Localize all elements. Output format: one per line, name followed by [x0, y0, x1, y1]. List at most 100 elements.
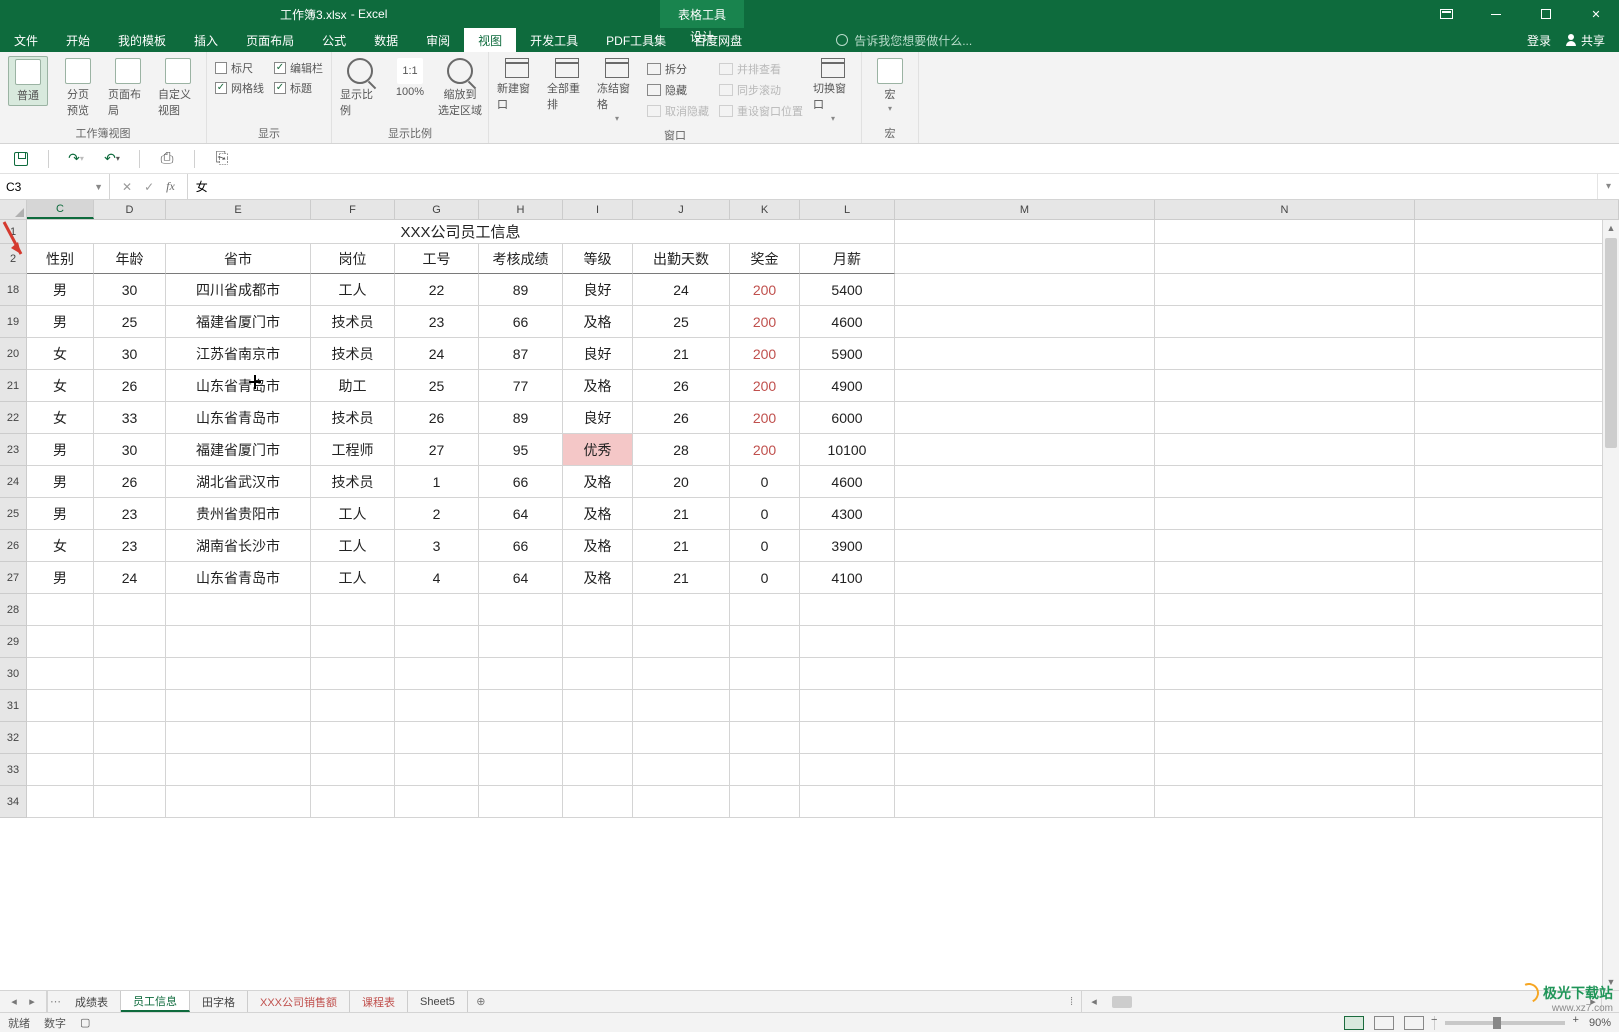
- cell[interactable]: [479, 754, 563, 786]
- data-cell[interactable]: 5900: [800, 338, 895, 370]
- new-sheet-button[interactable]: ⊕: [468, 991, 494, 1012]
- cell[interactable]: [1155, 690, 1415, 722]
- data-cell[interactable]: 及格: [563, 498, 633, 530]
- new-window-button[interactable]: 新建窗口: [497, 56, 537, 114]
- data-cell[interactable]: 1: [395, 466, 479, 498]
- cell[interactable]: [395, 658, 479, 690]
- window-close[interactable]: [1573, 0, 1619, 28]
- cell[interactable]: [895, 658, 1155, 690]
- cell[interactable]: [800, 722, 895, 754]
- sheet-tab[interactable]: 员工信息: [121, 991, 190, 1012]
- header-cell[interactable]: 等级: [563, 244, 633, 274]
- data-cell[interactable]: 200: [730, 338, 800, 370]
- row-header[interactable]: 22: [0, 402, 27, 434]
- data-cell[interactable]: 21: [633, 338, 730, 370]
- data-cell[interactable]: 良好: [563, 274, 633, 306]
- cell[interactable]: [633, 786, 730, 818]
- cell[interactable]: [1415, 786, 1619, 818]
- row-header[interactable]: 24: [0, 466, 27, 498]
- data-cell[interactable]: 66: [479, 306, 563, 338]
- cell[interactable]: [1415, 220, 1619, 244]
- data-cell[interactable]: 工人: [311, 498, 395, 530]
- cell[interactable]: [563, 626, 633, 658]
- enter-formula-button[interactable]: ✓: [144, 180, 154, 194]
- title-cell[interactable]: XXX公司员工信息: [27, 220, 895, 244]
- cell[interactable]: [895, 370, 1155, 402]
- col-header-N[interactable]: N: [1155, 200, 1415, 219]
- data-cell[interactable]: 25: [633, 306, 730, 338]
- cell[interactable]: [800, 690, 895, 722]
- data-cell[interactable]: 24: [633, 274, 730, 306]
- data-cell[interactable]: 200: [730, 370, 800, 402]
- data-cell[interactable]: 4300: [800, 498, 895, 530]
- cell[interactable]: [479, 722, 563, 754]
- data-cell[interactable]: 26: [94, 370, 166, 402]
- data-cell[interactable]: 女: [27, 402, 94, 434]
- cell[interactable]: [895, 626, 1155, 658]
- reset-window-button[interactable]: 重设窗口位置: [719, 102, 803, 120]
- macros-button[interactable]: 宏▾: [870, 56, 910, 115]
- undo-button[interactable]: ▾: [103, 150, 121, 168]
- data-cell[interactable]: 87: [479, 338, 563, 370]
- data-cell[interactable]: 200: [730, 274, 800, 306]
- row-header[interactable]: 1: [0, 220, 27, 244]
- cell[interactable]: [1155, 658, 1415, 690]
- cell[interactable]: [94, 754, 166, 786]
- cell[interactable]: [27, 786, 94, 818]
- cell[interactable]: [633, 658, 730, 690]
- sheet-tab[interactable]: XXX公司销售额: [248, 991, 350, 1012]
- cell[interactable]: [1155, 306, 1415, 338]
- data-cell[interactable]: 女: [27, 338, 94, 370]
- share-button[interactable]: 共享: [1565, 32, 1605, 49]
- col-header-blank[interactable]: [1415, 200, 1619, 219]
- data-cell[interactable]: 23: [94, 530, 166, 562]
- cell[interactable]: [479, 658, 563, 690]
- zoom-button[interactable]: 显示比例: [340, 56, 380, 120]
- tab-file[interactable]: 文件: [0, 28, 52, 52]
- data-cell[interactable]: 66: [479, 466, 563, 498]
- data-cell[interactable]: 0: [730, 562, 800, 594]
- data-cell[interactable]: 4: [395, 562, 479, 594]
- unhide-button[interactable]: 取消隐藏: [647, 102, 709, 120]
- data-cell[interactable]: 23: [395, 306, 479, 338]
- cell[interactable]: [27, 754, 94, 786]
- cell[interactable]: [311, 754, 395, 786]
- horizontal-scrollbar[interactable]: ⁞ ◂ ▸: [1081, 991, 1601, 1012]
- data-cell[interactable]: 0: [730, 498, 800, 530]
- cell[interactable]: [1415, 594, 1619, 626]
- headings-checkbox[interactable]: 标题: [274, 80, 323, 96]
- data-cell[interactable]: 26: [395, 402, 479, 434]
- cell[interactable]: [1155, 466, 1415, 498]
- data-cell[interactable]: 4900: [800, 370, 895, 402]
- row-header[interactable]: 30: [0, 658, 27, 690]
- data-cell[interactable]: 64: [479, 498, 563, 530]
- vscroll-thumb[interactable]: [1605, 238, 1617, 448]
- cell[interactable]: [563, 722, 633, 754]
- data-cell[interactable]: 及格: [563, 562, 633, 594]
- cell[interactable]: [1415, 402, 1619, 434]
- tab-design[interactable]: 设计: [676, 28, 728, 45]
- cell[interactable]: [730, 786, 800, 818]
- row-header[interactable]: 19: [0, 306, 27, 338]
- cell[interactable]: [311, 658, 395, 690]
- cell[interactable]: [895, 434, 1155, 466]
- tab-pdf-tools[interactable]: PDF工具集: [592, 28, 680, 52]
- row-header[interactable]: 29: [0, 626, 27, 658]
- cell[interactable]: [563, 690, 633, 722]
- data-cell[interactable]: 女: [27, 530, 94, 562]
- cell[interactable]: [800, 786, 895, 818]
- cell[interactable]: [311, 594, 395, 626]
- cell[interactable]: [633, 754, 730, 786]
- cell[interactable]: [27, 690, 94, 722]
- data-cell[interactable]: 95: [479, 434, 563, 466]
- data-cell[interactable]: 工人: [311, 562, 395, 594]
- scroll-up-button[interactable]: ▲: [1603, 220, 1619, 236]
- data-cell[interactable]: 工程师: [311, 434, 395, 466]
- cell[interactable]: [1415, 370, 1619, 402]
- print-preview-button[interactable]: ⎘: [213, 150, 231, 168]
- data-cell[interactable]: 3900: [800, 530, 895, 562]
- cell[interactable]: [563, 594, 633, 626]
- row-header[interactable]: 20: [0, 338, 27, 370]
- cell[interactable]: [166, 754, 311, 786]
- data-cell[interactable]: 25: [395, 370, 479, 402]
